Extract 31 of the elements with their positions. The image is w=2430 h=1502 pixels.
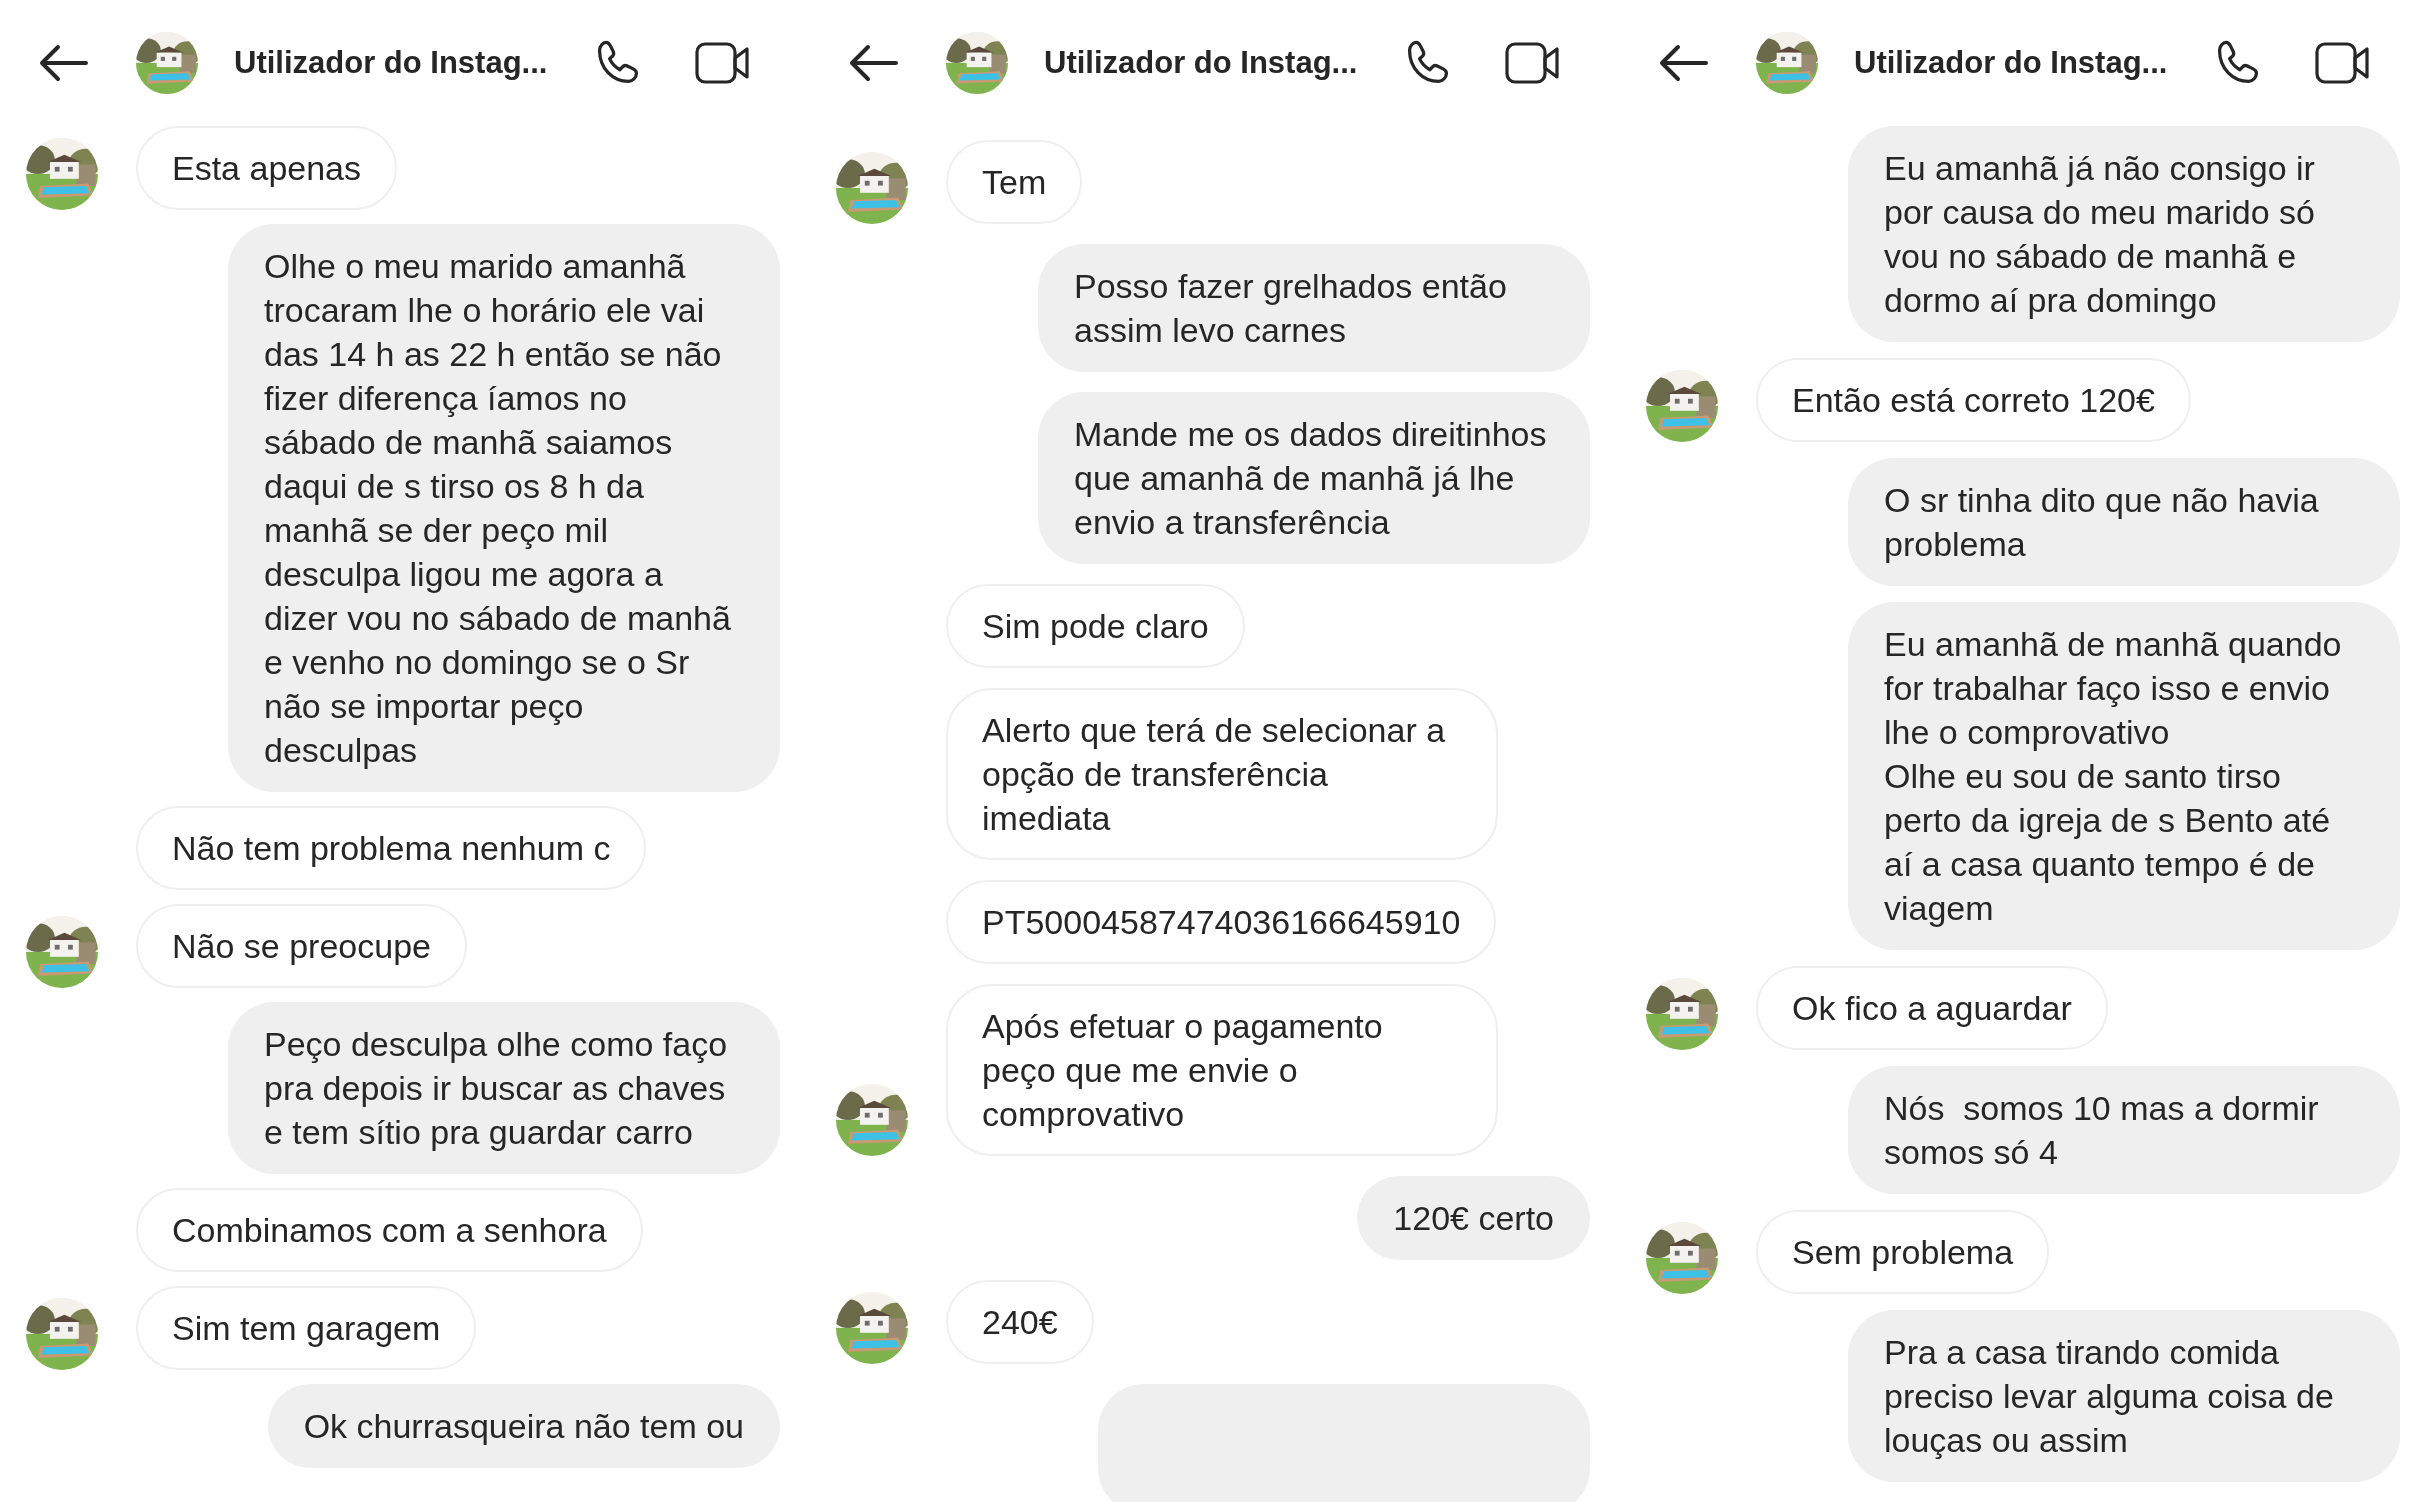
contact-name: Utilizador do Instag... <box>1854 45 2169 81</box>
message-bubble: Ok fico a aguardar <box>1756 966 2108 1050</box>
message-bubble: Peço desculpa olhe como faço pra depois ir buscar as chaves e tem sítio pra guardar carro <box>228 1002 780 1174</box>
message-bubble: 120€ certo <box>1357 1176 1590 1260</box>
contact-name: Utilizador do Instag... <box>1044 45 1359 81</box>
message-bubble: Pra a casa tirando comida preciso levar alguma coisa de louças ou assim <box>1848 1310 2400 1482</box>
message-bubble: O sr tinha dito que não havia problema <box>1848 458 2400 586</box>
message-bubble: Mande me os dados direitinhos que amanhã de manhã já lhe envio a transferência <box>1038 392 1590 564</box>
message-bubble: Tem <box>946 140 1083 224</box>
message-bubble: Sim pode claro <box>946 584 1245 668</box>
back-arrow-icon[interactable] <box>1658 43 1710 83</box>
contact-name: Utilizador do Instag... <box>234 45 549 81</box>
message-bubble: Esta apenas <box>136 126 398 210</box>
message-bubble: Ok churrasqueira não tem ou <box>267 1384 780 1468</box>
message-bubble: 240€ <box>946 1280 1094 1364</box>
message-bubble: Nós somos 10 mas a dormir somos só 4 <box>1848 1066 2400 1194</box>
message-bubble: Após efetuar o pagamento peço que me envie o comprovativo <box>946 984 1498 1156</box>
back-arrow-icon[interactable] <box>848 43 900 83</box>
message-bubble: PT50004587474036166645910 <box>946 880 1497 964</box>
message-bubble: Sim tem garagem <box>136 1286 477 1370</box>
message-bubble: Eu amanhã já não consigo ir por causa do meu marido só vou no sábado de manhã e dormo aí pra domingo <box>1848 126 2400 342</box>
message-bubble: Combinamos com a senhora <box>136 1188 643 1272</box>
message-bubble: Posso fazer grelhados então assim levo carnes <box>1038 244 1590 372</box>
message-bubble: Não tem problema nenhum c <box>136 806 647 890</box>
message-bubble: Alerto que terá de selecionar a opção de transferência imediata <box>946 688 1498 860</box>
message-bubble: Não se preocupe <box>136 904 467 988</box>
message-bubble: Eu amanhã de manhã quando for trabalhar faço isso e envio lhe o comprovativo Olhe eu sou de santo tirso perto da igreja de s Bento até aí a casa quanto tempo é de viagem <box>1848 602 2400 950</box>
back-arrow-icon[interactable] <box>38 43 90 83</box>
message-bubble: Sem problema <box>1756 1210 2050 1294</box>
message-bubble: Olhe o meu marido amanhã trocaram lhe o horário ele vai das 14 h as 22 h então se não fizer diferença íamos no sábado de manhã saiamos daqui de s tirso os 8 h da manhã se der peço mil desculpa ligou me agora a dizer vou no sábado de manhã e venho no domingo se o Sr não se importar peço desculpas <box>228 224 780 792</box>
message-bubble: Então está correto 120€ <box>1756 358 2191 442</box>
